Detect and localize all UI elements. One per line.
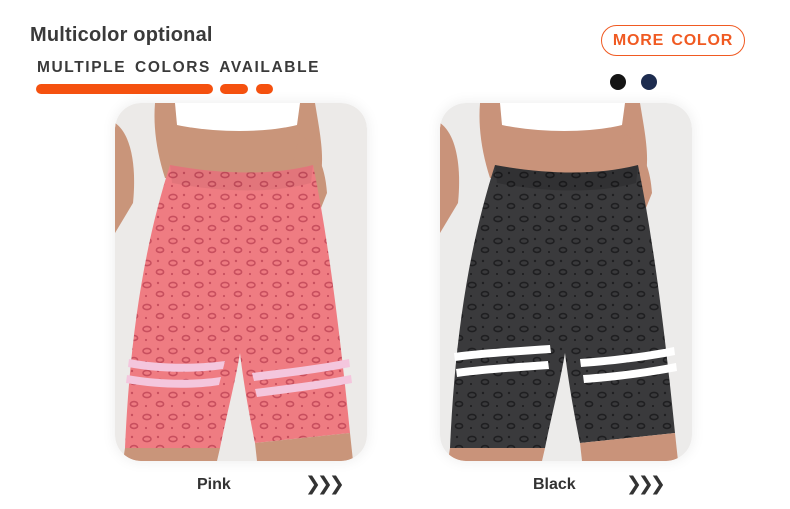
product-card-black[interactable]: [440, 103, 692, 461]
page-subtitle: MULTIPLE COLORS AVAILABLE: [37, 59, 321, 76]
chevron-right-icon: ❯❯❯: [305, 474, 345, 495]
chevron-right-icon: ❯❯❯: [626, 474, 666, 495]
variant-label-black: Black: [533, 476, 576, 493]
accent-bar-long: [36, 84, 213, 94]
variant-label-pink: Pink: [197, 476, 231, 493]
product-card-pink[interactable]: [115, 103, 367, 461]
color-swatch-black[interactable]: [610, 74, 626, 90]
more-color-button[interactable]: MORE COLOR: [601, 25, 745, 56]
product-image-pink: [115, 103, 367, 461]
product-image-black: [440, 103, 692, 461]
page-title: Multicolor optional: [30, 24, 213, 46]
accent-bar-medium: [220, 84, 248, 94]
color-swatch-navy[interactable]: [641, 74, 657, 90]
accent-bar-short: [256, 84, 273, 94]
